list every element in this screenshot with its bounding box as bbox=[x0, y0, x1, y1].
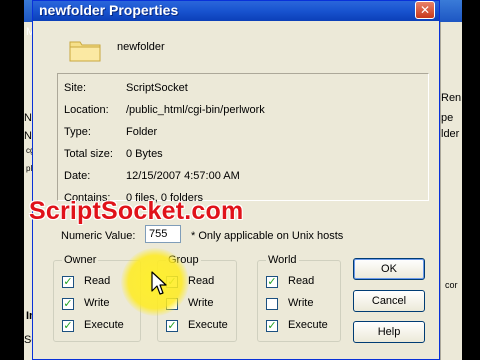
help-button[interactable]: Help bbox=[353, 321, 425, 343]
check-icon[interactable]: ✓ bbox=[166, 320, 178, 332]
close-button[interactable]: ✕ bbox=[415, 1, 435, 19]
dialog-titlebar[interactable]: newfolder Properties ✕ bbox=[33, 1, 439, 21]
checkbox-label: Read bbox=[188, 275, 215, 287]
dialog-title: newfolder Properties bbox=[39, 2, 179, 18]
numeric-value-input[interactable] bbox=[145, 225, 181, 243]
folder-icon bbox=[69, 41, 101, 62]
bg-right-text: lder bbox=[441, 128, 460, 140]
ok-button[interactable]: OK bbox=[353, 258, 425, 280]
group-legend: Owner bbox=[62, 254, 99, 266]
info-label: Date: bbox=[64, 170, 91, 182]
check-icon[interactable]: ✓ bbox=[62, 276, 74, 288]
checkbox-label: Execute bbox=[288, 319, 328, 331]
info-panel: Site: ScriptSocket Location: /public_htm… bbox=[57, 73, 429, 204]
checkbox-label: Execute bbox=[188, 319, 228, 331]
info-value: ScriptSocket bbox=[126, 82, 188, 94]
group-legend: World bbox=[266, 254, 299, 266]
info-label: Total size: bbox=[64, 148, 113, 160]
bg-right-text: pe bbox=[441, 112, 454, 124]
mouse-pointer-icon bbox=[151, 271, 167, 295]
properties-dialog: newfolder Properties ✕ newfolder Site: S… bbox=[29, 0, 440, 360]
world-permission-group: World ✓ Read Write ✓ Execute bbox=[257, 254, 341, 342]
check-icon[interactable]: ✓ bbox=[62, 320, 74, 332]
letterbox-left bbox=[0, 0, 24, 360]
folder-name: newfolder bbox=[117, 41, 165, 53]
unix-note: * Only applicable on Unix hosts bbox=[191, 230, 344, 242]
check-icon[interactable]: ✓ bbox=[266, 276, 278, 288]
info-value: 12/15/2007 4:57:00 AM bbox=[126, 170, 240, 182]
info-label: Site: bbox=[64, 82, 87, 94]
info-value: Folder bbox=[126, 126, 158, 138]
check-icon[interactable]: ✓ bbox=[62, 298, 74, 310]
numeric-value-label: Numeric Value: bbox=[61, 230, 136, 242]
watermark-overlay: ScriptSocket.com bbox=[29, 197, 244, 225]
bg-right-text: cor bbox=[445, 280, 458, 290]
info-value: 0 Bytes bbox=[126, 148, 163, 160]
bg-right-text: Ren bbox=[441, 92, 462, 104]
checkbox-label: Write bbox=[188, 297, 214, 309]
letterbox-right bbox=[462, 0, 480, 360]
unchecked-box[interactable] bbox=[266, 298, 278, 310]
checkbox-label: Write bbox=[84, 297, 110, 309]
info-value: /public_html/cgi-bin/perlwork bbox=[126, 104, 265, 116]
checkbox-label: Execute bbox=[84, 319, 124, 331]
cancel-button[interactable]: Cancel bbox=[353, 290, 425, 312]
info-label: Location: bbox=[64, 104, 109, 116]
close-icon: ✕ bbox=[419, 3, 431, 17]
checkbox-label: Write bbox=[288, 297, 314, 309]
info-label: Type: bbox=[64, 126, 91, 138]
checkbox-label: Read bbox=[288, 275, 315, 287]
check-icon[interactable]: ✓ bbox=[266, 320, 278, 332]
checkbox-label: Read bbox=[84, 275, 111, 287]
